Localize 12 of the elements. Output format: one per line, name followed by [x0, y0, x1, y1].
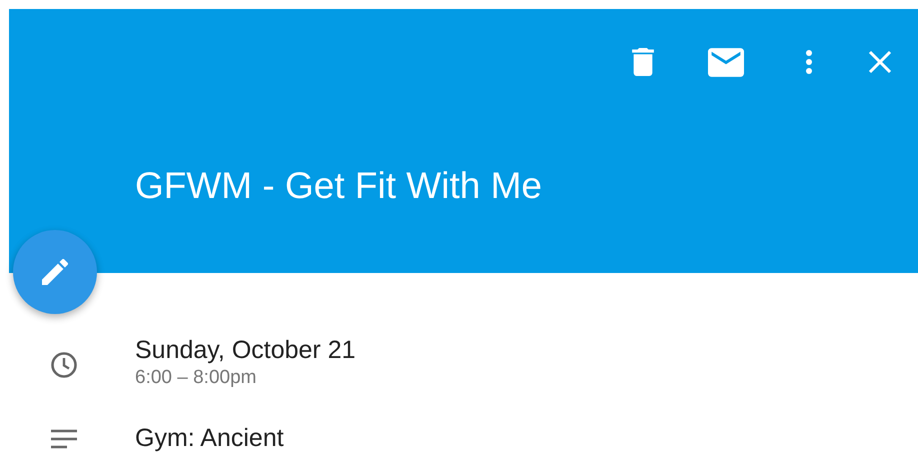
mail-icon — [708, 48, 744, 76]
pencil-icon — [42, 259, 68, 285]
detail-text: Sunday, October 21 — [135, 335, 356, 365]
edit-button[interactable] — [13, 230, 97, 314]
close-icon — [868, 50, 892, 74]
event-title: GFWM - Get Fit With Me — [135, 165, 543, 207]
notes-icon — [50, 429, 76, 449]
trash-icon — [630, 48, 654, 76]
clock-icon — [50, 351, 78, 379]
detail-subtext: 6:00 – 8:00pm — [135, 366, 258, 390]
more-icon — [804, 49, 812, 75]
detail-text: Gym: Ancient — [135, 423, 284, 453]
